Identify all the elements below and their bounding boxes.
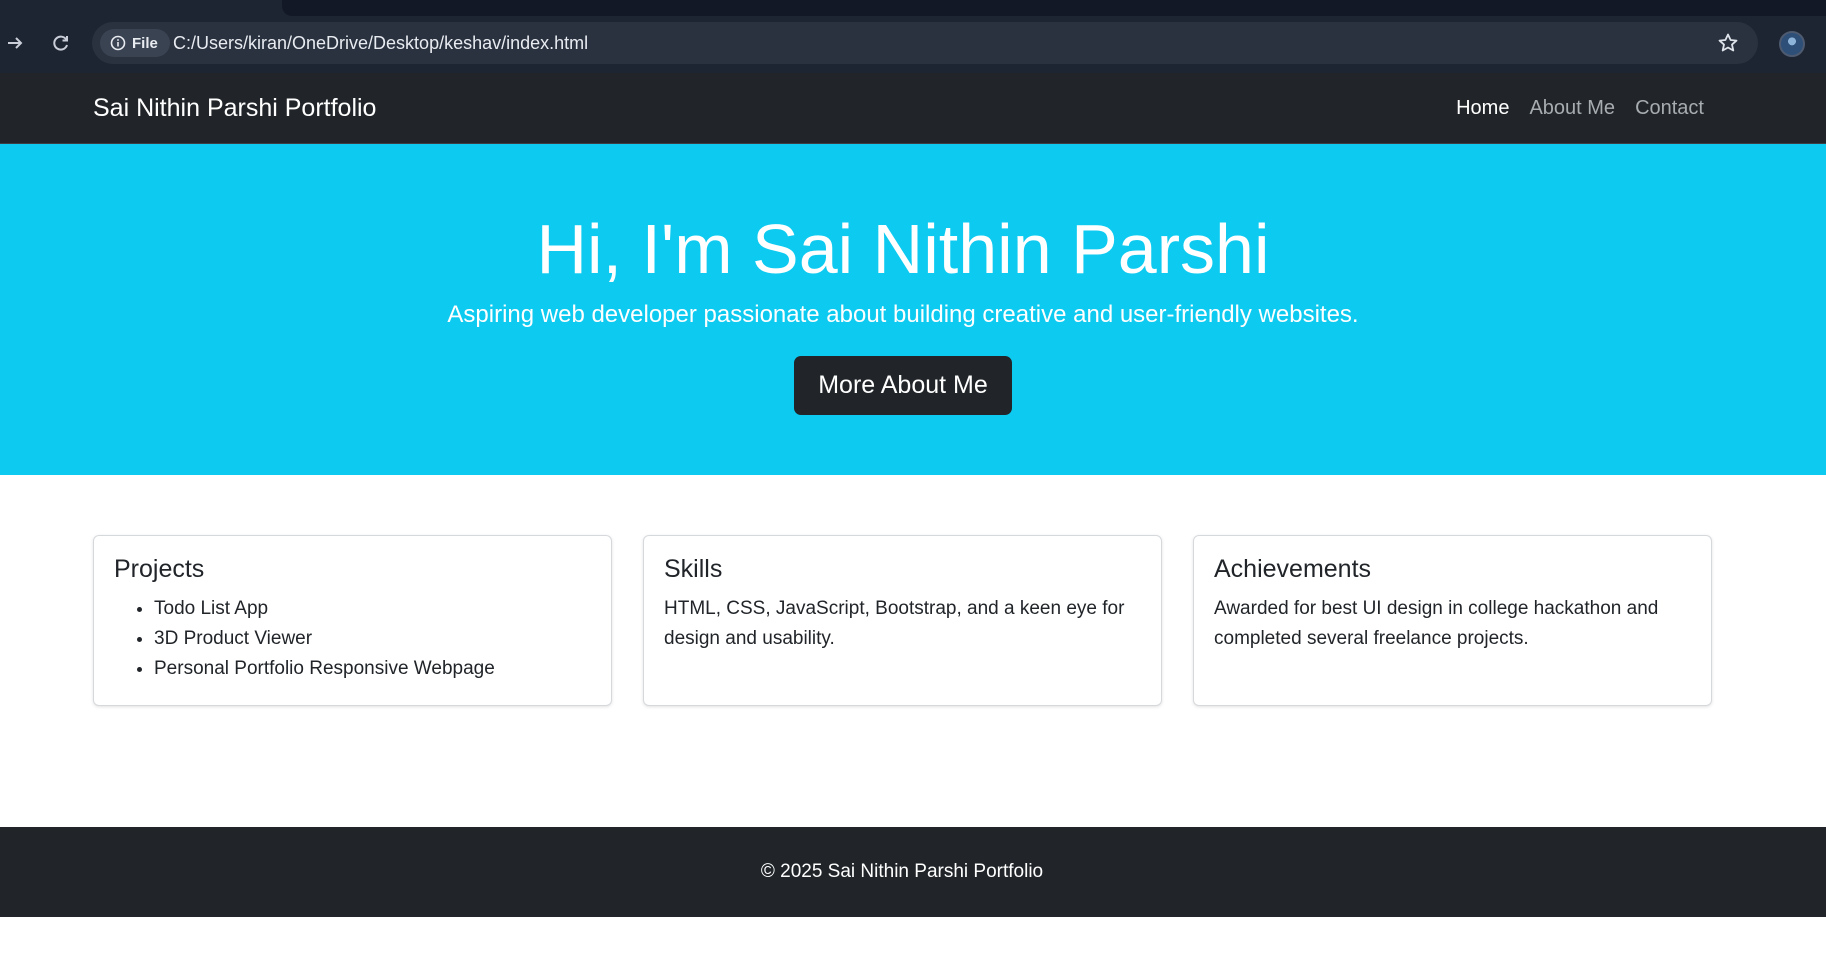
tab-strip — [282, 0, 1826, 16]
achievements-card: Achievements Awarded for best UI design … — [1193, 535, 1712, 706]
address-bar[interactable]: File C:/Users/kiran/OneDrive/Desktop/kes… — [92, 22, 1758, 64]
site-navbar: Sai Nithin Parshi Portfolio Home About M… — [0, 73, 1826, 144]
list-item: Personal Portfolio Responsive Webpage — [154, 654, 591, 684]
browser-chrome: File C:/Users/kiran/OneDrive/Desktop/kes… — [0, 0, 1826, 73]
profile-avatar[interactable] — [1779, 31, 1805, 57]
list-item: 3D Product Viewer — [154, 624, 591, 654]
file-chip-label: File — [132, 34, 158, 52]
hero-section: Hi, I'm Sai Nithin Parshi Aspiring web d… — [0, 144, 1826, 475]
nav-link-about-me[interactable]: About Me — [1529, 97, 1615, 120]
nav-link-contact[interactable]: Contact — [1635, 97, 1704, 120]
hero-title: Hi, I'm Sai Nithin Parshi — [536, 210, 1270, 288]
site-info-chip[interactable]: File — [100, 29, 170, 57]
list-item: Todo List App — [154, 594, 591, 624]
more-about-me-button[interactable]: More About Me — [794, 356, 1012, 415]
projects-list: Todo List App 3D Product Viewer Personal… — [114, 594, 591, 684]
nav-link-home[interactable]: Home — [1456, 97, 1509, 120]
bookmark-star-icon[interactable] — [1716, 31, 1740, 55]
card-title: Projects — [114, 555, 205, 583]
info-icon — [110, 35, 126, 51]
nav-links: Home About Me Contact — [1456, 73, 1704, 143]
card-title: Achievements — [1214, 555, 1372, 583]
site-footer: © 2025 Sai Nithin Parshi Portfolio — [0, 827, 1826, 917]
card-title: Skills — [664, 555, 723, 583]
footer-text: © 2025 Sai Nithin Parshi Portfolio — [760, 861, 1044, 882]
skills-card: Skills HTML, CSS, JavaScript, Bootstrap,… — [643, 535, 1162, 706]
card-text: Awarded for best UI design in college ha… — [1214, 597, 1659, 649]
cards-section: Projects Todo List App 3D Product Viewer… — [0, 475, 1826, 827]
card-text: HTML, CSS, JavaScript, Bootstrap, and a … — [664, 597, 1125, 649]
forward-icon[interactable] — [2, 30, 28, 56]
hero-subtitle: Aspiring web developer passionate about … — [447, 301, 1359, 328]
url-text[interactable]: C:/Users/kiran/OneDrive/Desktop/keshav/i… — [173, 22, 588, 64]
reload-icon[interactable] — [48, 30, 74, 56]
projects-card: Projects Todo List App 3D Product Viewer… — [93, 535, 612, 706]
navbar-brand[interactable]: Sai Nithin Parshi Portfolio — [93, 73, 376, 143]
